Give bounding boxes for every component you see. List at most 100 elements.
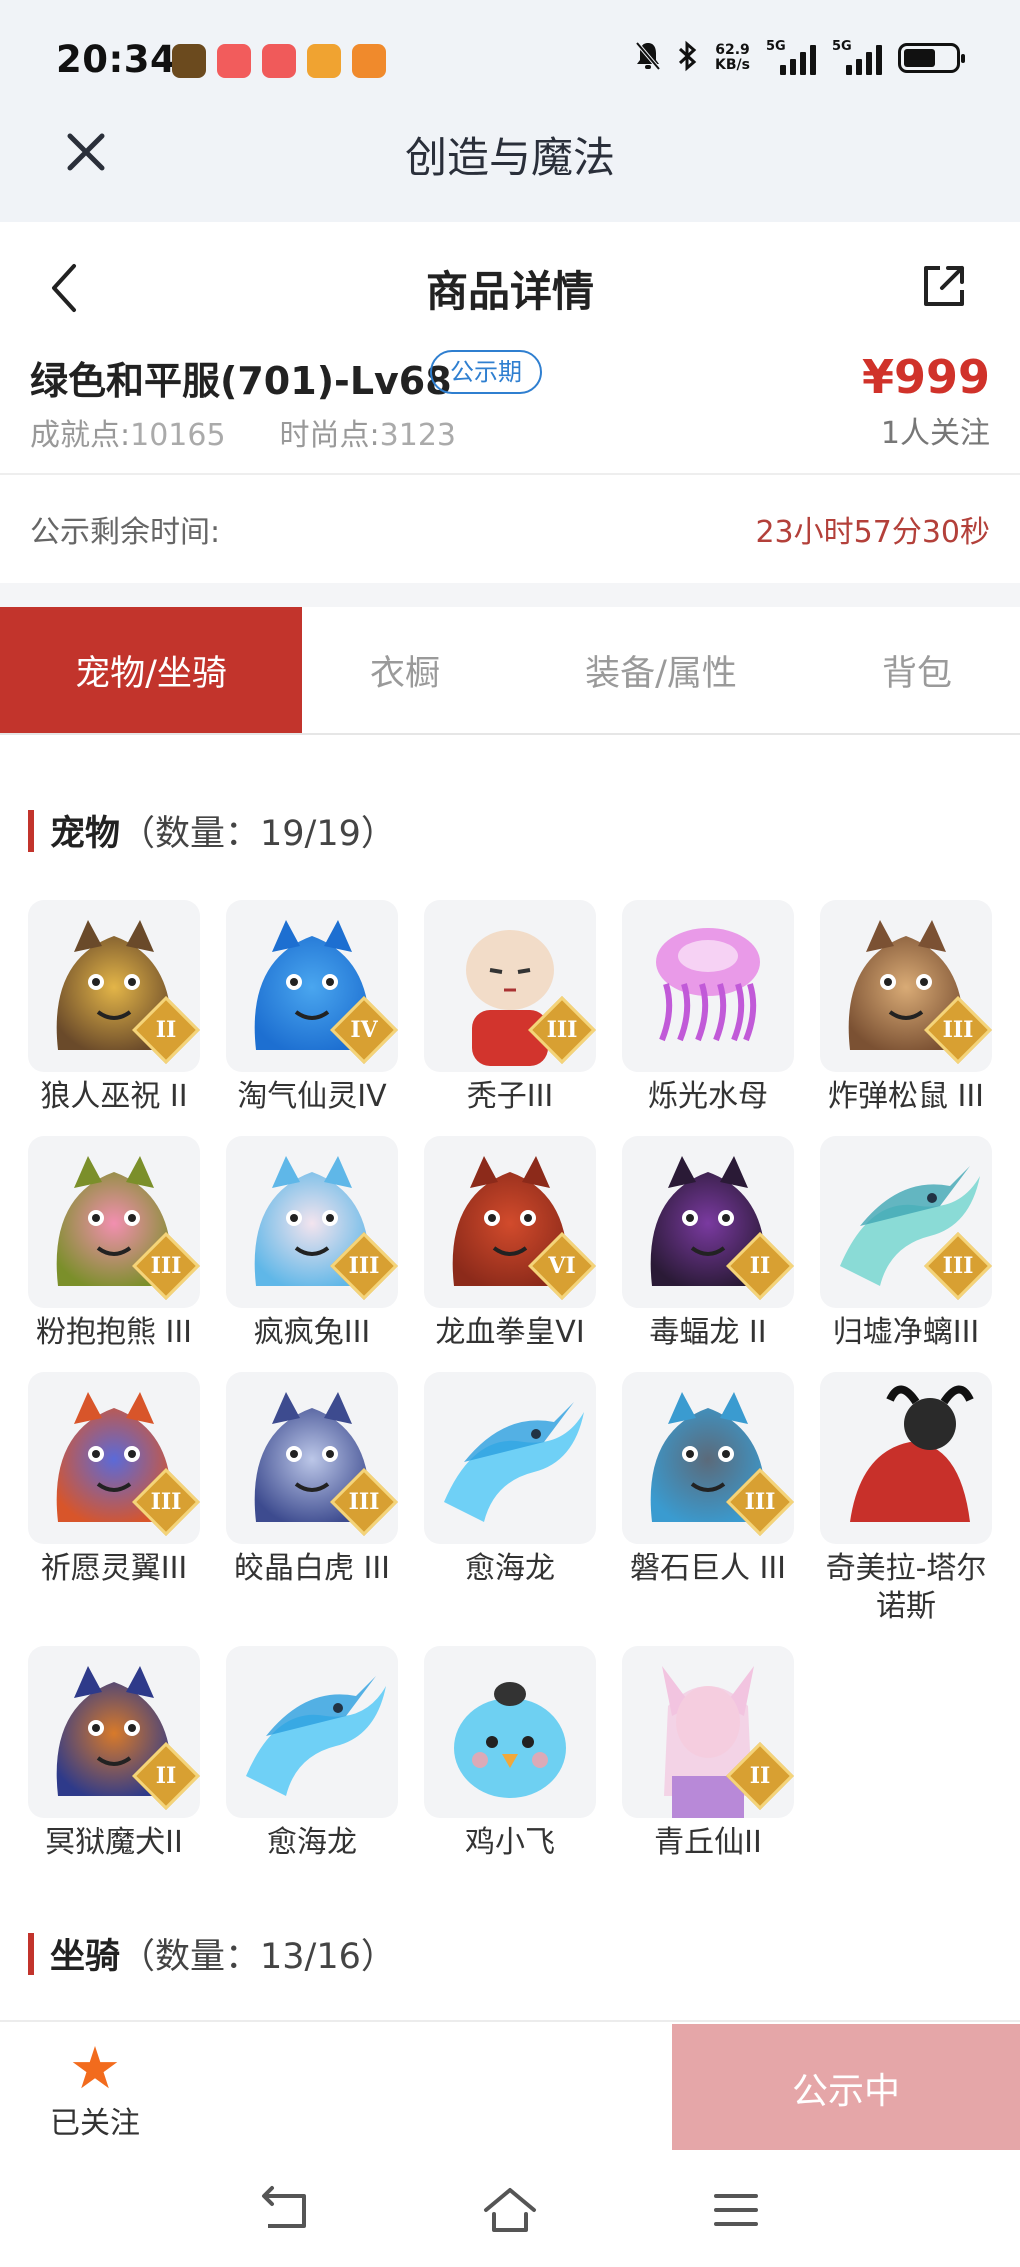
nav-back-button[interactable] bbox=[254, 2180, 314, 2240]
mounts-section-title: 坐骑 （数量：13/16） bbox=[28, 1928, 396, 1979]
home-icon bbox=[484, 2188, 536, 2232]
pet-item[interactable]: III 皎晶白虎 III bbox=[226, 1372, 398, 1588]
pet-item[interactable]: II 毒蝠龙 II bbox=[622, 1136, 794, 1352]
rank-badge-label: II bbox=[749, 1253, 771, 1279]
pet-thumbnail bbox=[622, 900, 794, 1072]
tab-backpack[interactable]: 背包 bbox=[814, 607, 1020, 733]
pet-name: 奇美拉-塔尔诺斯 bbox=[825, 1551, 987, 1624]
pet-thumbnail bbox=[424, 1646, 596, 1818]
public-status-button[interactable]: 公示中 bbox=[672, 2024, 1020, 2152]
rank-badge-label: III bbox=[942, 1017, 974, 1043]
pet-thumbnail: III bbox=[622, 1372, 794, 1544]
pet-name: 青丘仙II bbox=[654, 1825, 762, 1860]
pet-thumbnail: III bbox=[28, 1372, 200, 1544]
rank-badge-label: III bbox=[348, 1489, 380, 1515]
pet-item[interactable]: 烁光水母 bbox=[622, 900, 794, 1116]
pet-item[interactable]: 鸡小飞 bbox=[424, 1646, 596, 1862]
mounts-section-count: （数量：13/16） bbox=[120, 1937, 396, 1977]
pet-name: 归墟净螭III bbox=[832, 1315, 980, 1350]
clock: 20:34 bbox=[56, 38, 177, 81]
pet-name: 祈愿灵翼III bbox=[40, 1551, 188, 1586]
section-accent-bar bbox=[28, 1932, 34, 1975]
menu-icon bbox=[714, 2194, 758, 2226]
network-type: 5G bbox=[766, 39, 786, 54]
tab-bar: 宠物/坐骑 衣橱 装备/属性 背包 bbox=[0, 607, 1020, 735]
pet-thumbnail bbox=[424, 1372, 596, 1544]
pet-name: 愈海龙 bbox=[267, 1825, 357, 1860]
pet-item[interactable]: III 疯疯兔III bbox=[226, 1136, 398, 1352]
pet-item[interactable]: IV 淘气仙灵IV bbox=[226, 900, 398, 1116]
pet-name: 炸弹松鼠 III bbox=[827, 1079, 985, 1114]
pet-item[interactable]: III 归墟净螭III bbox=[820, 1136, 992, 1352]
status-indicators: 62.9 KB/s 5G 5G bbox=[635, 39, 965, 76]
bottom-action-bar: ★ 已关注 公示中 bbox=[0, 2020, 1020, 2152]
pet-thumbnail: III bbox=[424, 900, 596, 1072]
pet-thumbnail: II bbox=[622, 1136, 794, 1308]
pet-name: 鸡小飞 bbox=[465, 1825, 555, 1860]
countdown-value: 23小时57分30秒 bbox=[755, 515, 990, 550]
tab-pets-mounts[interactable]: 宠物/坐骑 bbox=[0, 607, 302, 733]
pet-thumbnail: II bbox=[28, 900, 200, 1072]
follower-count: 1人关注 bbox=[880, 416, 990, 451]
pet-item[interactable]: II 冥狱魔犬II bbox=[28, 1646, 200, 1862]
pet-item[interactable]: II 狼人巫祝 II bbox=[28, 900, 200, 1116]
fashion-label: 时尚点: bbox=[279, 418, 380, 453]
tab-wardrobe[interactable]: 衣橱 bbox=[302, 607, 508, 733]
game-app-icon: game-app-icon bbox=[172, 44, 206, 78]
fashion-value: 3123 bbox=[379, 418, 457, 453]
pet-item[interactable]: 奇美拉-塔尔诺斯 bbox=[820, 1372, 992, 1626]
signal-strength-icon-2: 5G bbox=[832, 39, 882, 75]
signal-strength-icon: 5G bbox=[766, 39, 816, 75]
pet-item[interactable]: 愈海龙 bbox=[424, 1372, 596, 1588]
pet-name: 秃子III bbox=[466, 1079, 554, 1114]
product-info: 绿色和平服(701)-Lv68 公示期 ¥999 成就点:10165 时尚点:31… bbox=[0, 340, 1020, 474]
rank-badge-label: IV bbox=[350, 1017, 378, 1043]
rank-badge-label: III bbox=[942, 1253, 974, 1279]
share-button[interactable] bbox=[918, 260, 970, 312]
pet-item[interactable]: III 秃子III bbox=[424, 900, 596, 1116]
battery-icon bbox=[898, 43, 965, 73]
system-nav-bar bbox=[0, 2150, 1020, 2267]
tab-equipment[interactable]: 装备/属性 bbox=[508, 607, 814, 733]
follow-label: 已关注 bbox=[50, 2106, 140, 2141]
rank-badge-label: III bbox=[150, 1489, 182, 1515]
title-bar: 创造与魔法 bbox=[0, 110, 1020, 222]
pet-item[interactable]: 愈海龙 bbox=[226, 1646, 398, 1862]
app-title: 创造与魔法 bbox=[404, 133, 615, 182]
nav-back-icon bbox=[262, 2186, 306, 2228]
status-badge: 公示期 bbox=[430, 350, 542, 394]
nav-menu-button[interactable] bbox=[706, 2180, 766, 2240]
pet-thumbnail: VI bbox=[424, 1136, 596, 1308]
pet-item[interactable]: III 磐石巨人 III bbox=[622, 1372, 794, 1588]
pet-item[interactable]: III 粉抱抱熊 III bbox=[28, 1136, 200, 1352]
pet-name: 皎晶白虎 III bbox=[233, 1551, 391, 1586]
pet-thumbnail bbox=[820, 1372, 992, 1544]
top-area: 20:34 game-app-icon douyin-app-icon calend… bbox=[0, 0, 1020, 222]
pet-item[interactable]: III 祈愿灵翼III bbox=[28, 1372, 200, 1588]
pet-thumbnail: III bbox=[226, 1372, 398, 1544]
pet-thumbnail: II bbox=[28, 1646, 200, 1818]
page-title: 商品详情 bbox=[425, 267, 594, 316]
net-speed: 62.9 KB/s bbox=[715, 43, 750, 73]
pet-name: 粉抱抱熊 III bbox=[35, 1315, 193, 1350]
pet-thumbnail: II bbox=[622, 1646, 794, 1818]
follow-button[interactable]: ★ 已关注 bbox=[40, 2038, 150, 2148]
pets-section-label: 宠物 bbox=[50, 814, 121, 854]
price: ¥999 bbox=[861, 350, 990, 404]
pet-thumbnail: III bbox=[820, 900, 992, 1072]
pet-item[interactable]: VI 龙血拳皇VI bbox=[424, 1136, 596, 1352]
product-stats: 成就点:10165 时尚点:3123 bbox=[30, 410, 456, 454]
rank-badge-label: III bbox=[348, 1253, 380, 1279]
pet-item[interactable]: II 青丘仙II bbox=[622, 1646, 794, 1862]
star-icon: ★ bbox=[69, 2034, 121, 2102]
status-bar: 20:34 game-app-icon douyin-app-icon calend… bbox=[0, 0, 1020, 110]
pets-section-count: （数量：19/19） bbox=[120, 814, 396, 854]
rank-badge-label: II bbox=[155, 1017, 177, 1043]
mute-bell-icon bbox=[635, 41, 661, 75]
rank-badge-label: II bbox=[155, 1763, 177, 1789]
pet-item[interactable]: III 炸弹松鼠 III bbox=[820, 900, 992, 1116]
achievement-value: 10165 bbox=[130, 418, 226, 453]
nav-home-button[interactable] bbox=[480, 2180, 540, 2240]
rank-badge-label: II bbox=[749, 1763, 771, 1789]
achievement-label: 成就点: bbox=[30, 418, 131, 453]
